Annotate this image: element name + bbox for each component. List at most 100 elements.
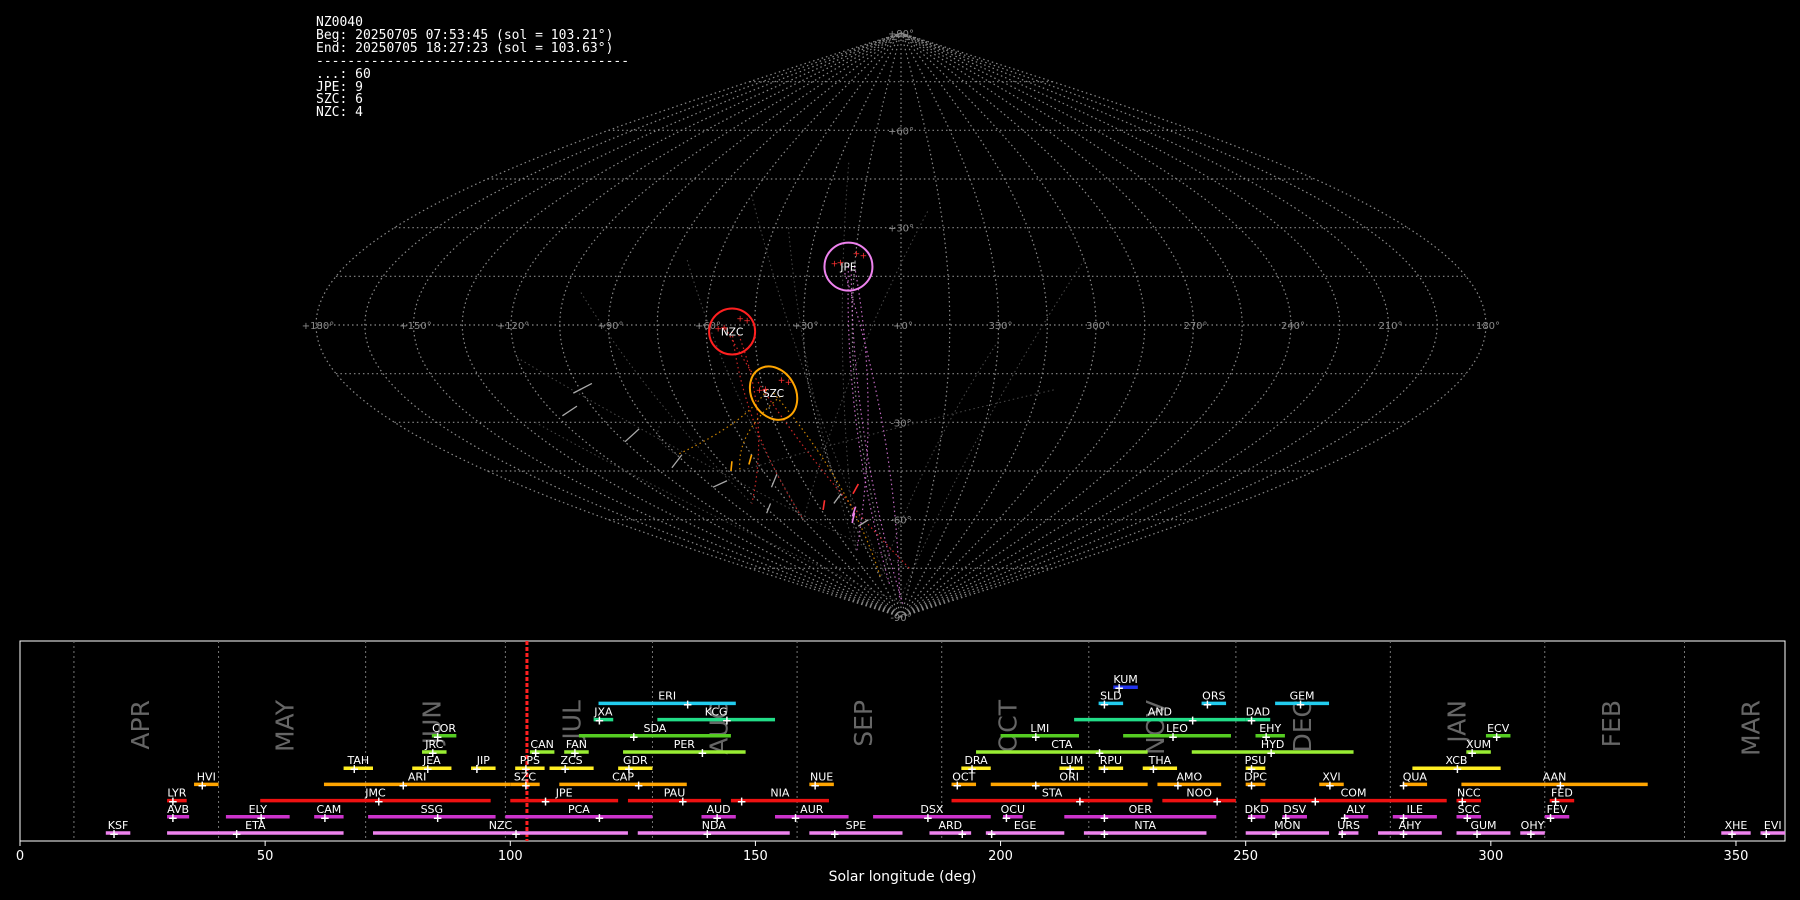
shower-label: NCC (1457, 787, 1481, 800)
radiant-point: + (785, 378, 793, 388)
shower-peak-marker: + (1271, 827, 1281, 841)
shower-label: DKD (1245, 803, 1269, 816)
meteor-track (739, 389, 1054, 472)
shower-peak-marker: + (1099, 697, 1109, 711)
x-tick-label: 150 (743, 849, 768, 864)
radiant-point: + (743, 316, 751, 326)
shower-label: ILE (1407, 803, 1423, 816)
shower-label: AAN (1543, 770, 1567, 783)
shower-bars: +KSF+ETA+NZC+NDA+SPE+ARD+EGE+NTA+MON+URS… (105, 673, 1785, 841)
shower-peak-marker: + (472, 762, 482, 776)
shower-label: QUA (1403, 770, 1428, 783)
radiant-point: + (736, 314, 744, 324)
meteor-track (725, 327, 910, 569)
shower-peak-marker: + (1727, 827, 1737, 841)
shower-label: JPE (555, 787, 573, 800)
month-label: FEB (1597, 700, 1626, 747)
shower-label: ORS (1202, 689, 1225, 702)
shower-peak-marker: + (398, 778, 408, 792)
meteor-segment (671, 454, 683, 469)
shower-peak-marker: + (1467, 746, 1477, 760)
shower-peak-marker: + (1457, 795, 1467, 809)
shower-label: DSV (1283, 803, 1306, 816)
shower-label: DRA (964, 754, 988, 767)
shower-label: OCT (952, 770, 975, 783)
shower-peak-marker: + (1295, 697, 1305, 711)
longitude-label: +30° (792, 321, 818, 332)
shower-meteor-segment (730, 461, 733, 472)
shower-label: EGE (1014, 819, 1036, 832)
shower-label: SDA (644, 722, 667, 735)
meteor-track (739, 395, 781, 472)
meteor-segment (624, 428, 640, 443)
shower-label: GEM (1290, 689, 1315, 702)
shower-label: COM (1341, 787, 1367, 800)
shower-peak-marker: + (1114, 681, 1124, 695)
month-label: MAY (271, 699, 300, 752)
shower-label: DAD (1246, 706, 1270, 719)
timeline-frame (19, 640, 1786, 842)
radiant-point: + (762, 385, 770, 395)
shower-label: NZC (489, 819, 513, 832)
month-label: APR (126, 700, 155, 750)
shower-peak-marker: + (1246, 778, 1256, 792)
latitude-label: -30° (890, 418, 911, 429)
shower-peak-marker: + (511, 827, 521, 841)
shower-label: XHE (1725, 819, 1748, 832)
shower-label: CTA (1051, 738, 1073, 751)
shower-label: ZCS (560, 754, 582, 767)
x-tick-label: 250 (1233, 849, 1258, 864)
latitude-label: +30° (888, 224, 914, 235)
shower-label: OCU (1001, 803, 1025, 816)
shower-label: STA (1042, 787, 1063, 800)
shower-label: DSX (920, 803, 943, 816)
shower-label: XCB (1446, 754, 1468, 767)
shower-peak-marker: + (1075, 795, 1085, 809)
radiant-point: + (860, 252, 868, 262)
shower-label: NDA (702, 819, 727, 832)
shower-peak-marker: + (1168, 730, 1178, 744)
shower-peak-marker: + (560, 762, 570, 776)
shower-label: LEO (1166, 722, 1188, 735)
radiant-markers: JPE++++NZC++++SZC++++ (708, 241, 874, 421)
latitude-label: +60° (888, 126, 914, 137)
shower-peak-marker: + (1492, 730, 1502, 744)
shower-peak-marker: + (1310, 795, 1320, 809)
shower-peak-marker: + (678, 795, 688, 809)
shower-label: OER (1129, 803, 1153, 816)
shower-label: TAH (346, 754, 369, 767)
x-tick-label: 300 (1478, 849, 1503, 864)
shower-label: PPS (520, 754, 540, 767)
shower-label: LUM (1060, 754, 1083, 767)
shower-label: THA (1148, 754, 1172, 767)
shower-peak-marker: + (1148, 762, 1158, 776)
shower-peak-marker: + (830, 827, 840, 841)
shower-label: LMI (1030, 722, 1049, 735)
meteor-tracks (516, 162, 1085, 605)
shower-label: AMO (1176, 770, 1202, 783)
shower-label: NUE (810, 770, 833, 783)
month-label: MAR (1736, 700, 1765, 756)
shower-meteor-segment (852, 483, 860, 495)
meteor-segment (833, 493, 842, 504)
shower-label: JRC (424, 738, 443, 751)
shower-label: OHY (1521, 819, 1545, 832)
shower-label: JXA (593, 706, 613, 719)
shower-peak-marker: + (1266, 746, 1276, 760)
shower-peak-marker: + (594, 714, 604, 728)
meridian-line (656, 32, 902, 618)
shower-peak-marker: + (1452, 762, 1462, 776)
x-tick-label: 50 (257, 849, 274, 864)
shower-peak-marker: + (540, 795, 550, 809)
shower-label: MON (1274, 819, 1300, 832)
shower-peak-marker: + (1261, 730, 1271, 744)
shower-label: SLD (1100, 689, 1122, 702)
shower-peak-marker: + (168, 811, 178, 825)
latitude-label: -60° (890, 516, 911, 527)
shower-label: JEA (422, 754, 441, 767)
meteor-track (850, 269, 904, 605)
shower-label: SCC (1458, 803, 1481, 816)
longitude-label: 300° (1086, 321, 1110, 332)
meteor-track (738, 334, 760, 504)
shower-peak-marker: + (683, 697, 693, 711)
